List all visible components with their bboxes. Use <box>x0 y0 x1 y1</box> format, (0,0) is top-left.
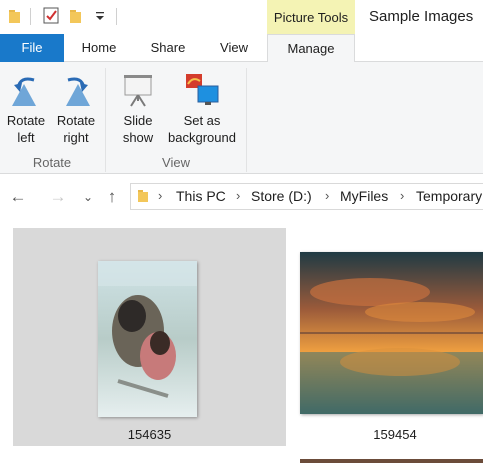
contextual-group-label: Picture Tools <box>273 10 349 25</box>
recent-locations-chevron-icon[interactable]: ⌄ <box>78 187 98 207</box>
breadcrumb-this-pc[interactable]: This PC <box>176 188 226 204</box>
folder-icon[interactable] <box>6 6 26 26</box>
rotate-right-icon <box>66 77 90 106</box>
address-folder-icon <box>137 189 151 203</box>
rotate-left-button[interactable]: Rotate left <box>2 66 50 152</box>
customize-dropdown-icon[interactable] <box>91 6 111 26</box>
image-thumbnail[interactable] <box>300 459 483 463</box>
image-thumbnail[interactable] <box>98 261 197 417</box>
breadcrumb-temporary[interactable]: Temporary <box>416 188 482 204</box>
ribbon-group-separator <box>246 68 247 172</box>
set-as-background-label-line2: background <box>168 130 236 145</box>
slide-show-icon <box>124 75 152 107</box>
breadcrumb-separator-icon[interactable]: › <box>236 188 240 203</box>
up-arrow-icon[interactable]: ↑ <box>102 187 122 207</box>
file-name-label: 154635 <box>127 427 172 442</box>
rotate-left-icon <box>12 77 36 106</box>
rotate-group-label: Rotate <box>32 155 72 170</box>
set-as-background-button[interactable]: Set as background <box>164 66 240 152</box>
slide-show-label-line1: Slide <box>123 113 153 128</box>
rotate-right-label-line1: Rotate <box>56 113 96 128</box>
rotate-left-label-line1: Rotate <box>6 113 46 128</box>
tab-home[interactable]: Home <box>64 34 134 62</box>
rotate-right-button[interactable]: Rotate right <box>52 66 100 152</box>
breadcrumb-separator-icon[interactable]: › <box>158 188 162 203</box>
slide-show-label-line2: show <box>122 130 154 145</box>
file-name-label: 159454 <box>373 427 417 442</box>
quick-access-separator <box>116 8 117 25</box>
quick-access-separator <box>30 8 31 25</box>
tab-file[interactable]: File <box>0 34 64 62</box>
breadcrumb-store-d[interactable]: Store (D:) <box>251 188 312 204</box>
properties-checkmark-icon[interactable] <box>42 6 62 26</box>
breadcrumb-separator-icon[interactable]: › <box>325 188 329 203</box>
view-group-label: View <box>162 155 190 170</box>
image-thumbnail[interactable] <box>300 252 483 414</box>
tab-share[interactable]: Share <box>134 34 202 62</box>
window-title: Sample Images <box>369 8 474 25</box>
rotate-left-label-line2: left <box>17 130 35 145</box>
forward-arrow-icon[interactable]: → <box>48 187 68 207</box>
back-arrow-icon[interactable]: ← <box>8 187 28 207</box>
rotate-right-label-line2: right <box>63 130 89 145</box>
tab-view[interactable]: View <box>202 34 266 62</box>
set-as-background-label-line1: Set as <box>183 113 221 128</box>
slide-show-button[interactable]: Slide show <box>114 66 162 152</box>
tab-manage[interactable]: Manage <box>267 34 355 63</box>
breadcrumb-separator-icon[interactable]: › <box>400 188 404 203</box>
breadcrumb-myfiles[interactable]: MyFiles <box>340 188 388 204</box>
set-background-icon <box>186 74 219 105</box>
new-folder-icon[interactable] <box>67 6 87 26</box>
